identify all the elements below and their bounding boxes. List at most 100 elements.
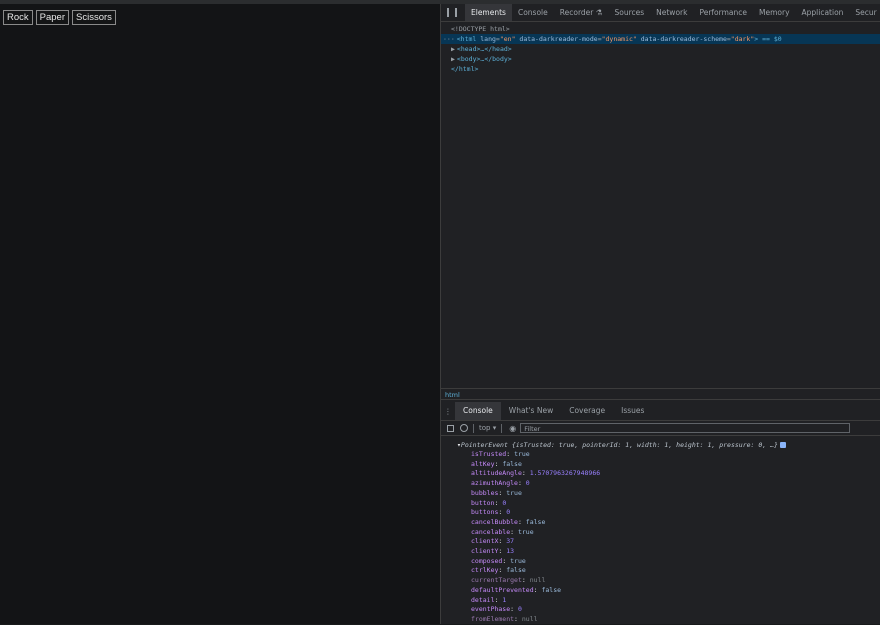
prop-value: null (521, 614, 538, 623)
device-toolbar-icon[interactable] (455, 8, 457, 17)
prop-key: azimuthAngle (471, 479, 518, 488)
expand-triangle-icon[interactable]: ▶ (451, 45, 455, 53)
prop-value: 0 (517, 605, 522, 614)
console-filter-input[interactable]: Filter (520, 423, 851, 433)
expand-triangle-icon[interactable]: ▶ (451, 55, 455, 63)
sidebar-toggle-icon[interactable] (447, 424, 454, 432)
prop-key: buttons (471, 508, 499, 517)
info-icon[interactable] (779, 442, 786, 448)
attr-value: "en" (499, 35, 516, 43)
rock-button[interactable]: Rock (3, 10, 33, 25)
devtools-panel: Elements Console Recorder ⚗ Sources Netw… (440, 4, 880, 624)
dom-html-close[interactable]: </html> (441, 64, 880, 74)
body-tag: <body>…</body> (456, 55, 512, 63)
tab-application[interactable]: Application (796, 4, 850, 21)
tab-recorder[interactable]: Recorder ⚗ (554, 4, 609, 21)
prop-key: defaultPrevented (471, 585, 534, 594)
tab-memory[interactable]: Memory (753, 4, 796, 21)
prop-key: fromElement (471, 614, 515, 623)
html-suffix: > == $0 (754, 35, 782, 43)
dom-tree: <!DOCTYPE html> ··· <html lang="en" data-… (441, 22, 880, 74)
prop-key: isTrusted (471, 450, 507, 458)
clear-console-icon[interactable] (460, 424, 468, 432)
prop-value: false (525, 517, 546, 526)
drawer-menu-icon[interactable]: ⋮ (441, 407, 455, 416)
prop-key: currentTarget (471, 576, 522, 585)
prop-value: true (510, 556, 526, 565)
prop-value: true (517, 527, 534, 536)
tab-performance[interactable]: Performance (693, 4, 753, 21)
dom-html-node[interactable]: ··· <html lang="en" data-darkreader-mode=… (441, 34, 880, 44)
drawer-tab-console[interactable]: Console (455, 402, 501, 420)
log-prop-row: altKey: false (471, 459, 522, 468)
log-prop-row: ctrlKey: false (471, 566, 526, 575)
prop-value: false (541, 585, 562, 594)
prop-key: eventPhase (471, 605, 511, 614)
log-prop-row: cancelable: true (471, 527, 534, 536)
page-viewport: Rock Paper Scissors (0, 4, 440, 624)
prop-key: composed (471, 556, 503, 565)
prop-value: 13 (506, 547, 515, 556)
drawer-tab-whats-new[interactable]: What's New (501, 402, 561, 420)
console-output: ▾PointerEvent {isTrusted: true, pointerI… (441, 440, 880, 625)
devtools-tab-bar: Elements Console Recorder ⚗ Sources Netw… (441, 4, 880, 22)
log-prop-row: clientX: 37 (471, 537, 515, 546)
prop-value: false (506, 566, 526, 575)
ellipsis-icon: ··· (443, 35, 455, 43)
log-prop-row: defaultPrevented: false (471, 585, 562, 594)
prop-key: clientX (471, 537, 499, 546)
console-toolbar: top ▾ ◉ Filter (441, 421, 880, 436)
dom-doctype[interactable]: <!DOCTYPE html> (441, 24, 880, 34)
attr-value: "dark" (730, 35, 755, 43)
prop-key: clientY (471, 547, 499, 556)
breadcrumb: html (441, 388, 880, 400)
prop-key: detail (471, 595, 495, 604)
tab-elements[interactable]: Elements (465, 4, 512, 21)
attr-name: lang (480, 35, 496, 43)
live-expression-eye-icon[interactable]: ◉ (509, 424, 516, 433)
prop-key: altitudeAngle (471, 469, 522, 478)
prop-key: altKey (471, 459, 495, 468)
prop-key: cancelBubble (471, 517, 518, 526)
dom-body-node[interactable]: ▶ <body>…</body> (441, 54, 880, 64)
log-entry-header[interactable]: ▾PointerEvent {isTrusted: true, pointerI… (441, 440, 880, 450)
log-prop-row: detail: 1 (471, 595, 507, 604)
rps-button-row: Rock Paper Scissors (3, 10, 116, 25)
prop-value: null (529, 576, 546, 585)
drawer-tab-coverage[interactable]: Coverage (561, 402, 613, 420)
prop-key: button (471, 498, 495, 507)
tab-console[interactable]: Console (512, 4, 554, 21)
tab-sources[interactable]: Sources (608, 4, 650, 21)
paper-button[interactable]: Paper (35, 10, 70, 25)
html-open-tag: <html (456, 35, 477, 43)
head-tag: <head>…</head> (456, 45, 512, 53)
toolbar-divider (473, 423, 474, 433)
drawer-tab-issues[interactable]: Issues (613, 402, 652, 420)
dom-head-node[interactable]: ▶ <head>…</head> (441, 44, 880, 54)
log-prop-row: eventPhase: 0 (471, 605, 522, 614)
tab-network[interactable]: Network (650, 4, 693, 21)
attr-value: "dynamic" (601, 35, 637, 43)
prop-value: 0 (502, 498, 507, 507)
log-prop-row: currentTarget: null (471, 576, 546, 585)
tab-security[interactable]: Secur (849, 4, 880, 21)
context-selector[interactable]: top ▾ (479, 424, 496, 432)
prop-key: bubbles (471, 488, 499, 497)
prop-value: true (506, 488, 522, 497)
prop-value: true (514, 450, 530, 458)
event-type: PointerEvent (460, 441, 508, 449)
log-prop-row: bubbles: true (471, 488, 522, 497)
log-prop-row: altitudeAngle: 1.5707963267948966 (471, 469, 601, 478)
log-props-list: isTrusted: true altKey: false altitudeAngl… (441, 450, 880, 625)
log-prop-row: composed: true (471, 556, 526, 565)
scissors-button[interactable]: Scissors (72, 10, 116, 25)
prop-value: false (502, 459, 522, 468)
prop-value: 1 (502, 595, 507, 604)
log-prop-row: clientY: 13 (471, 547, 515, 556)
doctype-text: <!DOCTYPE html> (451, 25, 510, 33)
drawer-tab-bar: ⋮ Console What's New Coverage Issues (441, 402, 880, 421)
log-prop-row: fromElement: null (471, 614, 538, 623)
inspect-element-icon[interactable] (447, 8, 449, 17)
breadcrumb-item[interactable]: html (445, 391, 460, 399)
prop-value: 0 (525, 479, 530, 488)
